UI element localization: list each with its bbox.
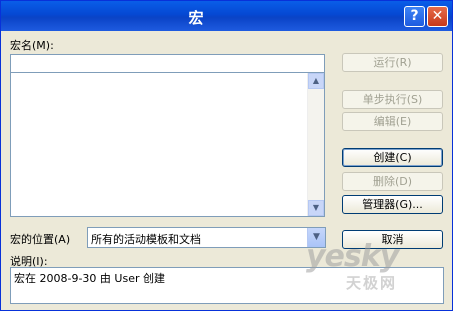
scroll-down-arrow-icon[interactable]: ▼ [308, 200, 324, 216]
macro-list[interactable]: ▲ ▼ [10, 72, 325, 217]
close-icon[interactable]: ✕ [427, 6, 448, 27]
macro-location-select[interactable]: 所有的活动模板和文档 ▼ [87, 227, 326, 248]
macro-name-input[interactable] [10, 54, 325, 73]
scroll-up-arrow-icon[interactable]: ▲ [308, 73, 324, 89]
title-bar: 宏 ? ✕ [1, 1, 452, 31]
help-icon[interactable]: ? [404, 6, 425, 27]
macro-dialog: 宏 ? ✕ 宏名(M): ▲ ▼ 宏的位置(A) 所有的活动模板和文档 ▼ 说明… [0, 0, 453, 311]
yesky-watermark-sub: 天极网 [346, 274, 398, 292]
organizer-button[interactable]: 管理器(G)... [342, 195, 443, 214]
step-into-button[interactable]: 单步执行(S) [342, 90, 443, 109]
dialog-title: 宏 [188, 9, 205, 27]
description-text: 宏在 2008-9-30 由 User 创建 [14, 272, 165, 285]
create-button[interactable]: 创建(C) [342, 148, 443, 167]
macro-list-scrollbar[interactable]: ▲ ▼ [307, 73, 324, 216]
macro-location-label: 宏的位置(A) [10, 233, 71, 246]
macro-name-label: 宏名(M): [10, 39, 54, 52]
run-button[interactable]: 运行(R) [342, 53, 443, 72]
macro-location-value: 所有的活动模板和文档 [91, 233, 201, 246]
delete-button[interactable]: 删除(D) [342, 172, 443, 191]
edit-button[interactable]: 编辑(E) [342, 112, 443, 131]
yesky-watermark: yesky [306, 239, 399, 274]
